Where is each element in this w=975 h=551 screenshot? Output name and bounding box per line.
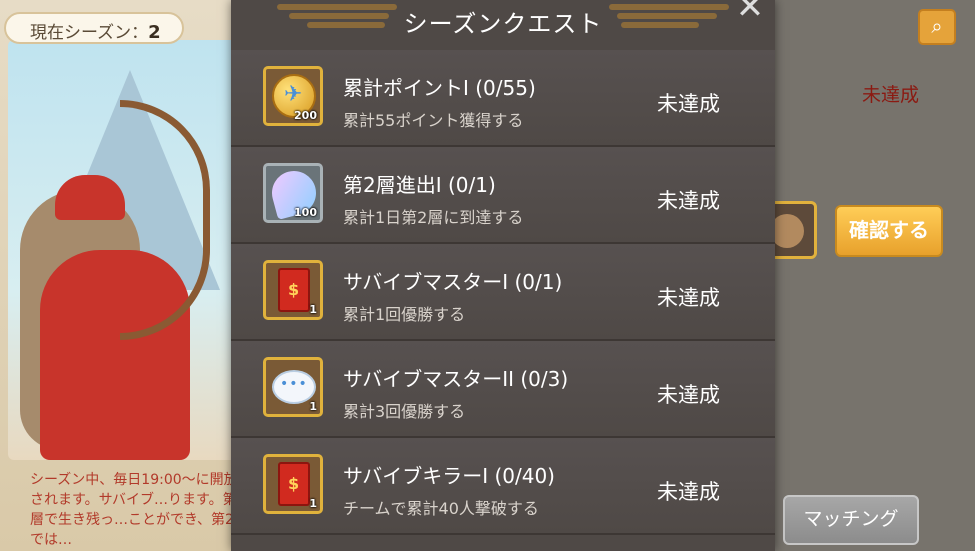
reward-icon-frame[interactable]: 100 (263, 163, 323, 223)
quest-description: 累計3回優勝する (343, 402, 466, 421)
quest-title: サバイブキラーI (0/40) (343, 464, 555, 488)
close-icon: ✕ (735, 0, 765, 27)
quest-description: 累計1日第2層に到達する (343, 208, 524, 227)
reward-icon-frame[interactable]: 1 (263, 454, 323, 514)
quest-status: 未達成 (657, 92, 720, 116)
character-hat (55, 175, 125, 220)
modal-title: シーズンクエスト (403, 10, 603, 38)
quest-status: 未達成 (657, 189, 720, 213)
close-button[interactable]: ✕ (733, 0, 767, 26)
reward-icon-frame[interactable]: 200 (263, 66, 323, 126)
chat-bubble-icon (272, 370, 316, 404)
background-status: 未達成 (862, 84, 920, 106)
reward-icon-frame[interactable]: 1 (263, 357, 323, 417)
search-icon: ⌕ (931, 14, 943, 38)
season-quest-modal: シーズンクエスト ✕ 200 累計ポイントI (0/55) 累計55ポイント獲得… (231, 0, 775, 551)
quest-row: 1 サバイブマスターII (0/3) 累計3回優勝する 未達成 (231, 341, 775, 438)
current-season-badge: 現在シーズン：2 (4, 12, 184, 44)
reward-icon-frame[interactable]: 1 (263, 260, 323, 320)
season-number: 2 (148, 22, 161, 43)
search-button[interactable]: ⌕ (918, 9, 956, 45)
quest-row: 200 累計ポイントI (0/55) 累計55ポイント獲得する 未達成 (231, 50, 775, 147)
quest-list: 200 累計ポイントI (0/55) 累計55ポイント獲得する 未達成 100 … (231, 50, 775, 535)
season-description: シーズン中、毎日19:00〜に開放されます。サバイブ…ります。第1層で生き残っ…… (30, 472, 248, 548)
season-label: 現在シーズン： (30, 23, 149, 43)
reward-quantity: 1 (309, 303, 317, 316)
reward-quantity: 1 (309, 497, 317, 510)
quest-status: 未達成 (657, 480, 720, 504)
quest-description: チームで累計40人撃破する (343, 499, 539, 518)
quest-status: 未達成 (657, 286, 720, 310)
quest-description: 累計1回優勝する (343, 305, 466, 324)
season-art-panel: 現在シーズン：2 シーズン中、毎日19:00〜に開放されます。サバイブ…ります。… (0, 0, 250, 551)
quest-title: 累計ポイントI (0/55) (343, 76, 536, 100)
reward-quantity: 1 (309, 400, 317, 413)
quest-status: 未達成 (657, 383, 720, 407)
quest-title: 第2層進出I (0/1) (343, 173, 496, 197)
quest-title: サバイブマスターI (0/1) (343, 270, 563, 294)
confirm-button[interactable]: 確認する (835, 205, 943, 257)
quest-row: 100 第2層進出I (0/1) 累計1日第2層に到達する 未達成 (231, 147, 775, 244)
modal-header: シーズンクエスト ✕ (231, 0, 775, 40)
matching-button[interactable]: マッチング (783, 495, 919, 545)
quest-description: 累計55ポイント獲得する (343, 111, 524, 130)
quest-row: 1 サバイブキラーI (0/40) チームで累計40人撃破する 未達成 (231, 438, 775, 535)
red-envelope-icon (278, 462, 310, 506)
reward-quantity: 200 (294, 109, 317, 122)
quest-title: サバイブマスターII (0/3) (343, 367, 569, 391)
red-envelope-icon (278, 268, 310, 312)
reward-quantity: 100 (294, 206, 317, 219)
quest-row: 1 サバイブマスターI (0/1) 累計1回優勝する 未達成 (231, 244, 775, 341)
